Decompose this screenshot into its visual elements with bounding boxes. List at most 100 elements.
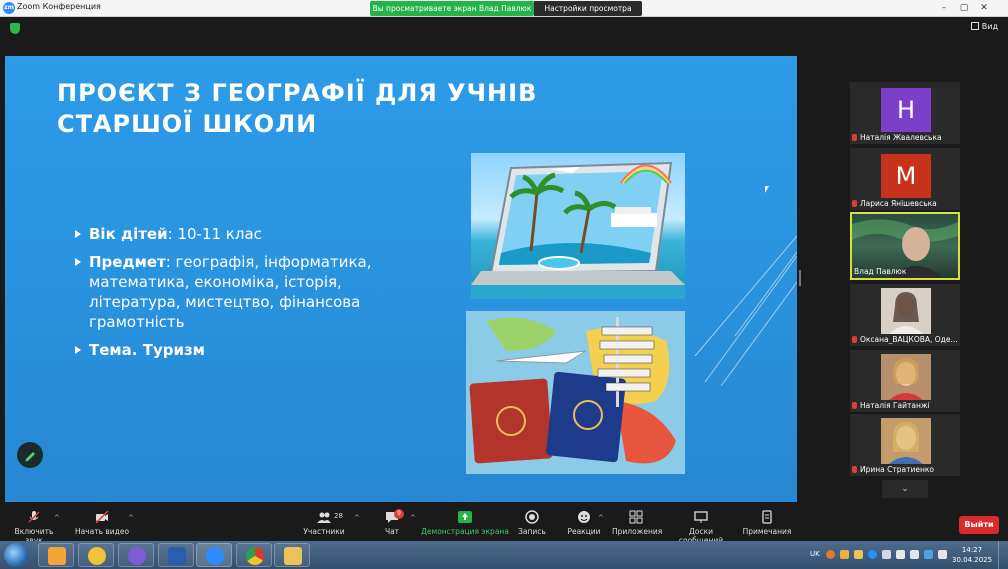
bullet-item: Предмет: географія, інформатика, математ…	[75, 252, 405, 332]
security-shield-icon[interactable]	[10, 23, 20, 34]
participants-options-caret-icon[interactable]: ^	[354, 514, 360, 522]
shared-screen-slide: ПРОЄКТ З ГЕОГРАФІЇ ДЛЯ УЧНІВ СТАРШОЇ ШКО…	[5, 56, 797, 502]
participants-count: 28	[334, 512, 343, 520]
participant-name: Наталія Гайтанжі	[852, 401, 958, 410]
view-button[interactable]: Вид	[970, 22, 998, 31]
grid-view-icon	[970, 22, 979, 30]
bullet-label: Предмет	[89, 253, 166, 271]
passports-map-image	[466, 311, 685, 474]
taskbar-app-zoom[interactable]	[196, 543, 232, 567]
chrome-app-icon	[246, 547, 264, 565]
participants-icon	[317, 512, 331, 523]
avatar: М	[881, 154, 931, 198]
minimize-icon[interactable]: –	[935, 0, 953, 16]
record-icon	[525, 510, 539, 524]
taskbar-app-viber[interactable]	[118, 543, 154, 567]
taskbar-app-chrome[interactable]	[236, 543, 272, 567]
meeting-header: Вид	[0, 17, 1008, 39]
maximize-icon[interactable]: ▢	[955, 0, 973, 16]
participant-tile-active[interactable]: Влад Павлюк	[850, 212, 960, 280]
apps-label: Приложения	[612, 527, 663, 536]
tray-app-icon[interactable]	[882, 550, 891, 559]
mic-muted-icon	[852, 336, 857, 343]
bullet-arrow-icon	[75, 346, 81, 354]
chat-options-caret-icon[interactable]: ^	[410, 514, 416, 522]
language-indicator[interactable]: UK	[810, 550, 820, 558]
clock-time: 14:27	[961, 546, 983, 554]
chevron-down-icon: ⌄	[901, 484, 909, 494]
reactions-label: Реакции	[567, 527, 601, 536]
whiteboards-button[interactable]: Доски сообщений	[668, 510, 734, 545]
video-options-caret-icon[interactable]: ^	[128, 514, 134, 522]
zoom-window: zm Zoom Конференция Вы просматриваете эк…	[0, 0, 1008, 569]
taskbar-app-paint[interactable]	[38, 543, 74, 567]
participants-label: Участники	[303, 527, 345, 536]
view-options-button[interactable]: Настройки просмотра	[534, 1, 642, 16]
bullet-label: Вік дітей	[89, 225, 168, 243]
leave-button[interactable]: Выйти	[959, 516, 999, 534]
network-icon[interactable]	[924, 550, 933, 559]
app-title: Zoom Конференция	[17, 2, 101, 11]
laptop-beach-image	[471, 153, 685, 299]
pencil-icon	[25, 452, 35, 462]
notes-button[interactable]: Примечания	[742, 510, 792, 536]
share-screen-button[interactable]: Демонстрация экрана	[420, 510, 510, 536]
avatar: Н	[881, 88, 931, 132]
display-icon[interactable]	[910, 550, 919, 559]
slide-title-line1: ПРОЄКТ З ГЕОГРАФІЇ ДЛЯ УЧНІВ	[57, 79, 538, 107]
mic-muted-icon	[852, 402, 857, 409]
participant-photo-illustration	[889, 358, 923, 400]
participant-photo-illustration	[889, 422, 923, 464]
bullet-arrow-icon	[75, 258, 81, 266]
tray-app-icon[interactable]	[854, 550, 863, 559]
participant-tile[interactable]: М Лариса Янішевська	[850, 148, 960, 210]
reactions-options-caret-icon[interactable]: ^	[598, 514, 604, 522]
app-triangle-icon	[88, 547, 106, 565]
audio-options-caret-icon[interactable]: ^	[54, 514, 60, 522]
tray-app-icon[interactable]	[840, 550, 849, 559]
panel-resize-handle[interactable]	[799, 270, 801, 286]
taskbar-app-word[interactable]	[158, 543, 194, 567]
paint-app-icon	[48, 547, 66, 565]
taskbar-app-explorer[interactable]	[274, 543, 310, 567]
bullet-label: Тема. Туризм	[89, 341, 205, 359]
annotate-pencil-button[interactable]	[17, 442, 43, 468]
start-video-button[interactable]: Начать видео	[74, 510, 130, 536]
bullet-arrow-icon	[75, 230, 81, 238]
participant-name: Наталія Жвалевська	[852, 133, 958, 142]
close-icon[interactable]: ✕	[975, 0, 993, 16]
mic-muted-icon	[852, 134, 857, 141]
participant-tile[interactable]: Ирина Стратиенко	[850, 414, 960, 476]
apps-button[interactable]: Приложения	[612, 510, 663, 536]
mic-off-icon	[28, 511, 40, 523]
flag-icon[interactable]	[896, 550, 905, 559]
participant-name: Оксана_ВАЦКОВА, Оде...	[852, 335, 958, 344]
bullet-item: Вік дітей: 10-11 клас	[75, 224, 405, 244]
windows-taskbar: UK 14:27 30.04.2025	[0, 541, 1008, 569]
start-video-label: Начать видео	[74, 527, 130, 536]
slide-bullet-list: Вік дітей: 10-11 клас Предмет: географія…	[75, 224, 405, 368]
video-feed	[881, 354, 931, 400]
zoom-app-icon	[206, 547, 224, 565]
record-button[interactable]: Запись	[514, 510, 550, 536]
tray-zoom-icon[interactable]	[868, 550, 877, 559]
meeting-toolbar: Включить звук ^ Начать видео ^ Участники…	[0, 508, 1008, 545]
show-desktop-button[interactable]	[998, 541, 1008, 569]
start-button-icon[interactable]	[4, 543, 28, 567]
participant-tile[interactable]: Н Наталія Жвалевська	[850, 82, 960, 144]
taskbar-app-triangle[interactable]	[78, 543, 114, 567]
mic-muted-icon	[852, 466, 857, 473]
taskbar-clock[interactable]: 14:27 30.04.2025	[952, 545, 992, 565]
tray-app-icon[interactable]	[826, 550, 835, 559]
participants-scroll-down-button[interactable]: ⌄	[882, 480, 928, 498]
volume-icon[interactable]	[938, 550, 947, 559]
notes-icon	[762, 510, 772, 524]
slide-title-line2: СТАРШОЇ ШКОЛИ	[57, 110, 318, 138]
zoom-logo-icon: zm	[3, 2, 15, 14]
participant-name: Влад Павлюк	[854, 267, 907, 276]
slide-title: ПРОЄКТ З ГЕОГРАФІЇ ДЛЯ УЧНІВ СТАРШОЇ ШКО…	[57, 78, 577, 140]
participant-tile[interactable]: Оксана_ВАЦКОВА, Оде...	[850, 284, 960, 346]
participant-tile[interactable]: Наталія Гайтанжі	[850, 350, 960, 412]
laptop-beach-illustration	[471, 161, 685, 299]
video-feed	[881, 288, 931, 334]
